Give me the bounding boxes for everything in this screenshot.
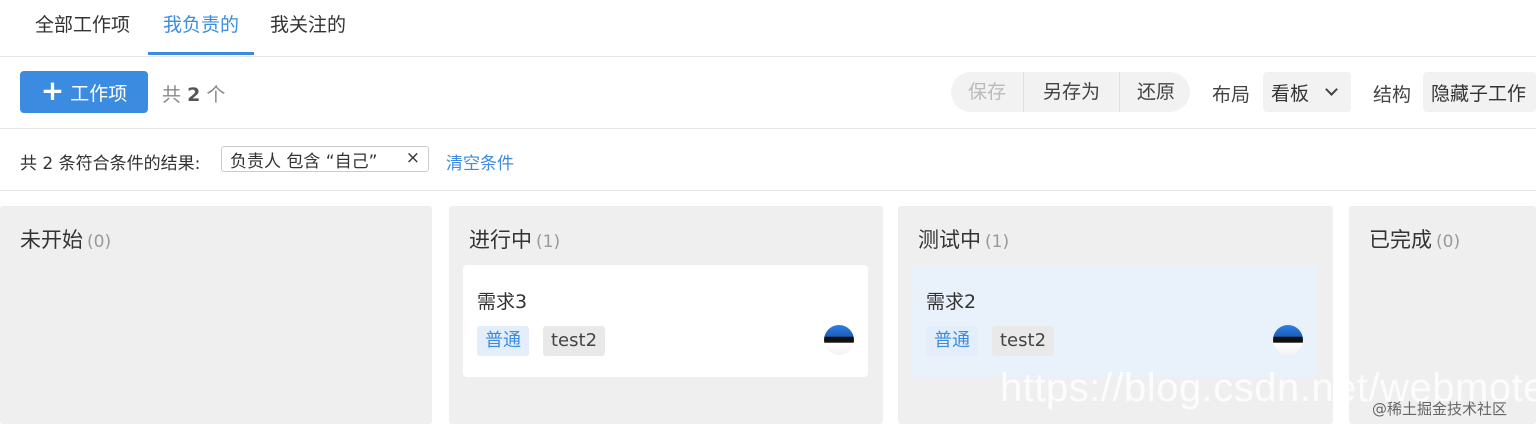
restore-button[interactable]: 还原 [1119,72,1190,112]
avatar[interactable] [1273,325,1303,355]
work-item-card[interactable]: 需求2 普通 test2 [912,265,1317,377]
column-title: 未开始 [20,228,83,252]
label-tag: test2 [992,326,1055,356]
active-tab-indicator [148,52,254,55]
board-column-not-started: 未开始 (0) [0,206,432,424]
card-title: 需求2 [926,291,977,313]
label-tag: test2 [543,326,606,356]
column-title: 进行中 [469,228,532,252]
card-title: 需求3 [477,291,528,313]
save-button[interactable]: 保存 [951,72,1023,112]
toolbar: + 工作项 共 2 个 保存 另存为 还原 布局 看板 结构 隐藏子工作 [0,57,1536,129]
view-tabs: 全部工作项 我负责的 我关注的 [0,0,1536,57]
avatar[interactable] [824,325,854,355]
save-as-button[interactable]: 另存为 [1023,72,1119,112]
structure-label: 结构 [1373,84,1412,106]
watermark-site: @稀土掘金技术社区 [1372,400,1508,418]
column-header: 进行中 (1) [469,224,560,254]
chevron-down-icon [1325,83,1338,96]
column-count: (1) [985,232,1010,252]
filter-bar: 共 2 条符合条件的结果: 负责人 包含 “自己” × 清空条件 [0,129,1536,191]
plus-icon: + [40,73,65,107]
column-count: (0) [1436,232,1461,252]
filter-condition-chip[interactable]: 负责人 包含 “自己” × [221,146,429,172]
work-item-card[interactable]: 需求3 普通 test2 [463,265,868,377]
column-header: 未开始 (0) [20,224,111,254]
tab-all-work-items[interactable]: 全部工作项 [35,10,130,37]
add-work-item-button[interactable]: + 工作项 [20,71,148,113]
column-count: (1) [536,232,561,252]
item-count-value: 2 [187,84,201,106]
filter-condition-text: 负责人 包含 “自己” [230,151,378,172]
structure-select-value: 隐藏子工作 [1431,82,1527,105]
layout-select[interactable]: 看板 [1263,72,1351,112]
layout-select-value: 看板 [1271,82,1310,105]
close-icon[interactable]: × [406,148,420,168]
filter-result-text: 共 2 条符合条件的结果: [20,154,201,174]
add-work-item-label: 工作项 [70,82,128,105]
item-count: 共 2 个 [162,84,226,106]
tab-following[interactable]: 我关注的 [270,10,346,37]
view-actions-group: 保存 另存为 还原 [951,72,1190,112]
column-header: 已完成 (0) [1369,224,1460,254]
tab-assigned-to-me[interactable]: 我负责的 [163,10,239,37]
column-header: 测试中 (1) [918,224,1009,254]
clear-filters-link[interactable]: 清空条件 [446,149,514,174]
priority-tag: 普通 [477,326,529,356]
board-column-in-progress: 进行中 (1) 需求3 普通 test2 [449,206,883,424]
column-title: 已完成 [1369,228,1432,252]
column-count: (0) [87,232,112,252]
priority-tag: 普通 [926,326,978,356]
layout-label: 布局 [1212,84,1251,106]
column-title: 测试中 [918,228,981,252]
structure-select[interactable]: 隐藏子工作 [1423,72,1536,112]
